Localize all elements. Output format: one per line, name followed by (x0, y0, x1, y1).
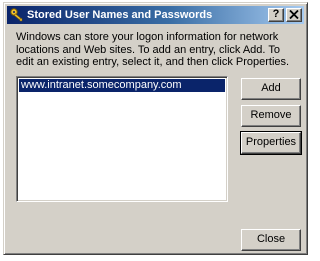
properties-button[interactable]: Properties (240, 131, 302, 155)
instructions-text: Windows can store your logon information… (16, 31, 290, 68)
close-icon (289, 9, 299, 20)
add-button[interactable]: Add (241, 78, 301, 100)
help-button[interactable]: ? (268, 8, 284, 22)
keys-icon (9, 7, 25, 23)
stored-credentials-dialog: Stored User Names and Passwords ? Window… (3, 2, 308, 255)
close-window-button[interactable] (286, 8, 302, 22)
credentials-listbox[interactable]: www.intranet.somecompany.com (16, 76, 228, 202)
list-item[interactable]: www.intranet.somecompany.com (19, 79, 225, 92)
close-button[interactable]: Close (241, 229, 301, 251)
window-title: Stored User Names and Passwords (27, 9, 213, 21)
title-bar[interactable]: Stored User Names and Passwords ? (7, 6, 304, 24)
remove-button[interactable]: Remove (241, 105, 301, 127)
